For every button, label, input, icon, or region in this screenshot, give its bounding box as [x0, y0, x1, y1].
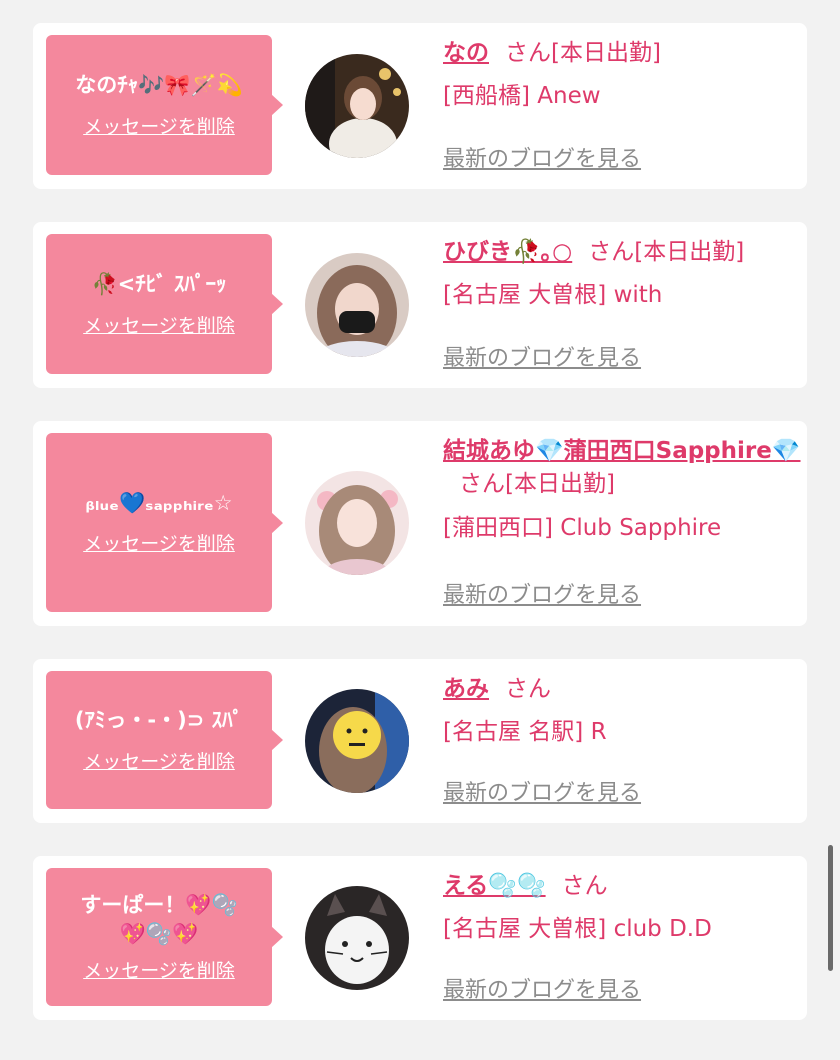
shop-name: [名古屋 名駅] R: [443, 719, 607, 746]
latest-blog-link[interactable]: 最新のブログを見る: [443, 775, 641, 807]
delete-message-link[interactable]: メッセージを削除: [83, 747, 235, 774]
status-badge: [本日出勤]: [551, 40, 661, 66]
avatar-photo: [305, 471, 409, 575]
delete-message-link[interactable]: メッセージを削除: [83, 112, 235, 139]
avatar[interactable]: [305, 886, 409, 990]
honorific: さん: [588, 239, 635, 265]
avatar-photo: [305, 253, 409, 357]
latest-blog-link[interactable]: 最新のブログを見る: [443, 972, 641, 1004]
message-text: 🥀<ﾁﾋﾞ ｽﾊﾟｰｯ: [91, 272, 227, 297]
message-card: すーぱー！💖🫧 💖🫧💖 メッセージを削除 える🫧🫧 さん [名古屋 大曽根] cl…: [33, 856, 807, 1020]
entry-info: あみ さん [名古屋 名駅] R 最新のブログを見る: [443, 673, 797, 806]
status-badge: [本日出勤]: [505, 471, 615, 498]
latest-blog-link[interactable]: 最新のブログを見る: [443, 141, 641, 173]
cast-name-link[interactable]: 結城あゆ💎蒲田西口Sapphire💎: [443, 438, 801, 464]
message-text: (ｱﾐっ・-・)⊃ ｽﾊﾟ: [74, 708, 244, 733]
message-text: なのﾁｬ🎶🎀🪄💫: [75, 73, 243, 98]
entry-info: なの さん[本日出勤] [西船橋] Anew 最新のブログを見る: [443, 37, 797, 172]
shop-name: [西船橋] Anew: [443, 83, 601, 110]
message-text: すーぱー！💖🫧 💖🫧💖: [80, 893, 238, 946]
shop-name: [名古屋 大曽根] with: [443, 282, 663, 309]
message-card: (ｱﾐっ・-・)⊃ ｽﾊﾟ メッセージを削除 あみ さん [名古屋 名駅] R 最…: [33, 659, 807, 823]
message-bubble: ᵦₗᵤₑ💙ₛₐₚₚₕᵢᵣₑ☆ メッセージを削除: [46, 433, 283, 612]
honorific: さん: [561, 873, 608, 899]
shop-name: [蒲田西口] Club Sapphire: [443, 514, 722, 541]
cast-name-link[interactable]: ひびき🥀｡○: [443, 239, 572, 265]
cast-name-link[interactable]: あみ: [443, 676, 489, 702]
message-card: ᵦₗᵤₑ💙ₛₐₚₚₕᵢᵣₑ☆ メッセージを削除 結城あゆ💎蒲田西口Sapphir…: [33, 421, 807, 626]
honorific: さん: [459, 471, 505, 498]
message-bubble: すーぱー！💖🫧 💖🫧💖 メッセージを削除: [46, 868, 283, 1006]
honorific: さん: [505, 676, 551, 702]
entry-info: ひびき🥀｡○ さん[本日出勤] [名古屋 大曽根] with 最新のブログを見る: [443, 236, 797, 371]
avatar[interactable]: [305, 471, 409, 575]
avatar[interactable]: [305, 689, 409, 793]
latest-blog-link[interactable]: 最新のブログを見る: [443, 577, 641, 609]
delete-message-link[interactable]: メッセージを削除: [83, 529, 235, 556]
avatar[interactable]: [305, 54, 409, 158]
entry-info: える🫧🫧 さん [名古屋 大曽根] club D.D 最新のブログを見る: [443, 870, 797, 1003]
avatar-photo: [305, 886, 409, 990]
avatar-photo: [305, 689, 409, 793]
delete-message-link[interactable]: メッセージを削除: [83, 311, 235, 338]
avatar[interactable]: [305, 253, 409, 357]
message-text: ᵦₗᵤₑ💙ₛₐₚₚₕᵢᵣₑ☆: [85, 490, 233, 515]
message-card: なのﾁｬ🎶🎀🪄💫 メッセージを削除 なの さん[本日出勤] [西船橋] Anew …: [33, 23, 807, 189]
honorific: さん: [505, 40, 551, 66]
delete-message-link[interactable]: メッセージを削除: [83, 956, 235, 983]
message-bubble: なのﾁｬ🎶🎀🪄💫 メッセージを削除: [46, 35, 283, 175]
latest-blog-link[interactable]: 最新のブログを見る: [443, 340, 641, 372]
avatar-photo: [305, 54, 409, 158]
message-card: 🥀<ﾁﾋﾞ ｽﾊﾟｰｯ メッセージを削除 ひびき🥀｡○ さん[本日出勤] [名古屋…: [33, 222, 807, 388]
shop-name: [名古屋 大曽根] club D.D: [443, 916, 712, 943]
scrollbar[interactable]: [828, 845, 833, 971]
status-badge: [本日出勤]: [634, 239, 745, 265]
entry-info: 結城あゆ💎蒲田西口Sapphire💎 さん[本日出勤] [蒲田西口] Club S…: [443, 435, 801, 608]
message-bubble: 🥀<ﾁﾋﾞ ｽﾊﾟｰｯ メッセージを削除: [46, 234, 283, 374]
cast-name-link[interactable]: える🫧🫧: [443, 873, 546, 899]
message-bubble: (ｱﾐっ・-・)⊃ ｽﾊﾟ メッセージを削除: [46, 671, 283, 809]
cast-name-link[interactable]: なの: [443, 40, 489, 66]
